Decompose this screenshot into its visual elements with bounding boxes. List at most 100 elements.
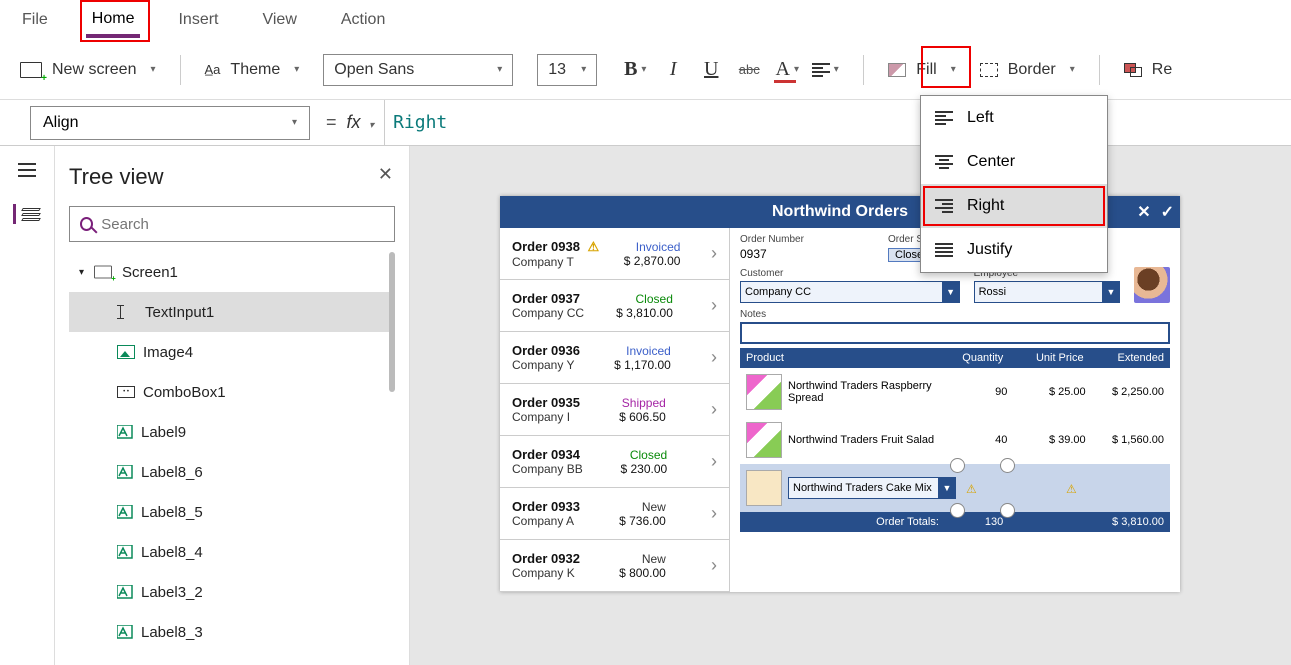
menu-insert[interactable]: Insert [172,5,224,35]
warning-icon: ⚠ [588,239,600,254]
order-list[interactable]: Order 0938 ⚠Company TInvoiced$ 2,870.00›… [500,228,730,592]
chevron-right-icon: › [711,399,717,420]
menu-action[interactable]: Action [335,5,391,35]
order-item[interactable]: Order 0935Company IShipped$ 606.50› [500,384,729,436]
font-value: Open Sans [334,61,414,79]
chevron-down-icon: ▾ [834,64,839,75]
menu-home[interactable]: Home [86,2,141,38]
tree-root-screen1[interactable]: ▾ Screen1 [69,252,395,292]
cancel-icon[interactable]: ✕ [1137,202,1150,222]
font-select[interactable]: Open Sans ▾ [323,54,513,86]
tree-item-combobox1[interactable]: • •ComboBox1 [69,372,395,412]
chevron-right-icon: › [711,555,717,576]
theme-button[interactable]: A̲a Theme ▾ [205,61,300,79]
customer-value: Company CC [745,286,811,298]
col-product: Product [746,352,939,364]
strikethrough-icon: abc [739,62,760,77]
save-icon[interactable]: ✓ [1161,202,1174,222]
menu-view[interactable]: View [256,5,302,35]
chevron-down-icon: ▼ [942,282,960,302]
scrollbar-thumb[interactable] [389,252,395,392]
product-image-icon [746,374,782,410]
italic-button[interactable]: I [659,56,687,84]
reorder-icon [1124,63,1142,77]
underline-icon: U [704,58,718,81]
property-select[interactable]: Align ▾ [30,106,310,140]
resize-handle-icon[interactable] [1000,503,1015,518]
fill-icon [888,63,906,77]
chevron-right-icon: › [711,347,717,368]
align-center-icon [935,155,953,169]
product-select[interactable]: Northwind Traders Cake Mix▼ [788,477,956,499]
product-row[interactable]: Northwind Traders Raspberry Spread90$ 25… [740,368,1170,416]
expand-icon: ▾ [79,267,84,278]
notes-input[interactable] [740,322,1170,344]
bold-button[interactable]: B▾ [621,56,649,84]
border-button[interactable]: Border ▾ [980,61,1075,79]
employee-select[interactable]: Rossi▼ [974,281,1120,303]
chevron-down-icon: ▾ [150,64,155,75]
formula-input[interactable]: Right [393,112,447,133]
tree-item-label8-6[interactable]: Label8_6 [69,452,395,492]
chevron-right-icon: › [711,295,717,316]
order-item[interactable]: Order 0933Company ANew$ 736.00› [500,488,729,540]
underline-button[interactable]: U [697,56,725,84]
tree-item-label8-5[interactable]: Label8_5 [69,492,395,532]
order-item[interactable]: Order 0932Company KNew$ 800.00› [500,540,729,592]
tree-view-panel: Tree view ✕ ▾ Screen1 TextInput1 Image4 … [55,146,410,665]
totals-label: Order Totals: [746,516,939,528]
tree-search-input[interactable] [69,206,395,242]
font-size-select[interactable]: 13 ▾ [537,54,597,86]
product-image-icon [746,422,782,458]
hamburger-button[interactable] [13,160,41,180]
left-rail [0,146,55,665]
tree-view-title: Tree view [69,164,395,190]
chevron-down-icon: ▾ [294,64,299,75]
product-row[interactable]: Northwind Traders Fruit Salad40$ 39.00$ … [740,416,1170,464]
align-left-option[interactable]: Left [921,96,1107,140]
fill-button[interactable]: Fill ▾ [888,61,955,79]
canvas[interactable]: Northwind Orders ✕ ✓ Order 0938 ⚠Company… [410,146,1291,665]
label-icon [117,505,133,519]
menu-file[interactable]: File [16,5,54,35]
theme-icon: A̲a [205,62,221,77]
align-center-option[interactable]: Center [921,140,1107,184]
chevron-down-icon: ▼ [1102,282,1120,302]
tree-item-label8-4[interactable]: Label8_4 [69,532,395,572]
tree-item-label8-3[interactable]: Label8_3 [69,612,395,652]
strikethrough-button[interactable]: abc [735,56,763,84]
tree-item-image4[interactable]: Image4 [69,332,395,372]
image-icon [117,345,135,359]
order-item[interactable]: Order 0934Company BBClosed$ 230.00› [500,436,729,488]
separator [1099,55,1100,85]
tree-item-textinput1[interactable]: TextInput1 [69,292,395,332]
label-icon [117,545,133,559]
customer-select[interactable]: Company CC ▼ [740,281,960,303]
resize-handle-icon[interactable] [950,458,965,473]
chevron-right-icon: › [711,451,717,472]
close-panel-button[interactable]: ✕ [378,164,393,185]
ribbon: New screen ▾ A̲a Theme ▾ Open Sans ▾ 13 … [0,40,1291,100]
resize-handle-icon[interactable] [1000,458,1015,473]
tree-search-field[interactable] [101,216,384,233]
order-item[interactable]: Order 0936Company YInvoiced$ 1,170.00› [500,332,729,384]
align-right-option[interactable]: Right [921,184,1107,228]
resize-handle-icon[interactable] [950,503,965,518]
label-icon [117,585,133,599]
order-item[interactable]: Order 0938 ⚠Company TInvoiced$ 2,870.00› [500,228,729,280]
textinput-icon [117,305,137,319]
layers-icon [22,208,40,221]
order-number-label: Order Number [740,234,874,245]
layers-button[interactable] [13,204,41,224]
tree-item-label9[interactable]: Label9 [69,412,395,452]
fx-label: fx ▾ [347,112,375,133]
product-selected-row[interactable]: Northwind Traders Cake Mix▼ ⚠ ⚠ [740,464,1170,512]
text-align-button[interactable]: ▾ [811,56,839,84]
tree-item-label3-2[interactable]: Label3_2 [69,572,395,612]
reorder-button[interactable]: Re [1124,61,1172,79]
chevron-down-icon: ▾ [497,64,502,75]
align-justify-option[interactable]: Justify [921,228,1107,272]
font-color-button[interactable]: A▾ [773,56,801,84]
new-screen-button[interactable]: New screen ▾ [20,61,156,79]
order-item[interactable]: Order 0937Company CCClosed$ 3,810.00› [500,280,729,332]
